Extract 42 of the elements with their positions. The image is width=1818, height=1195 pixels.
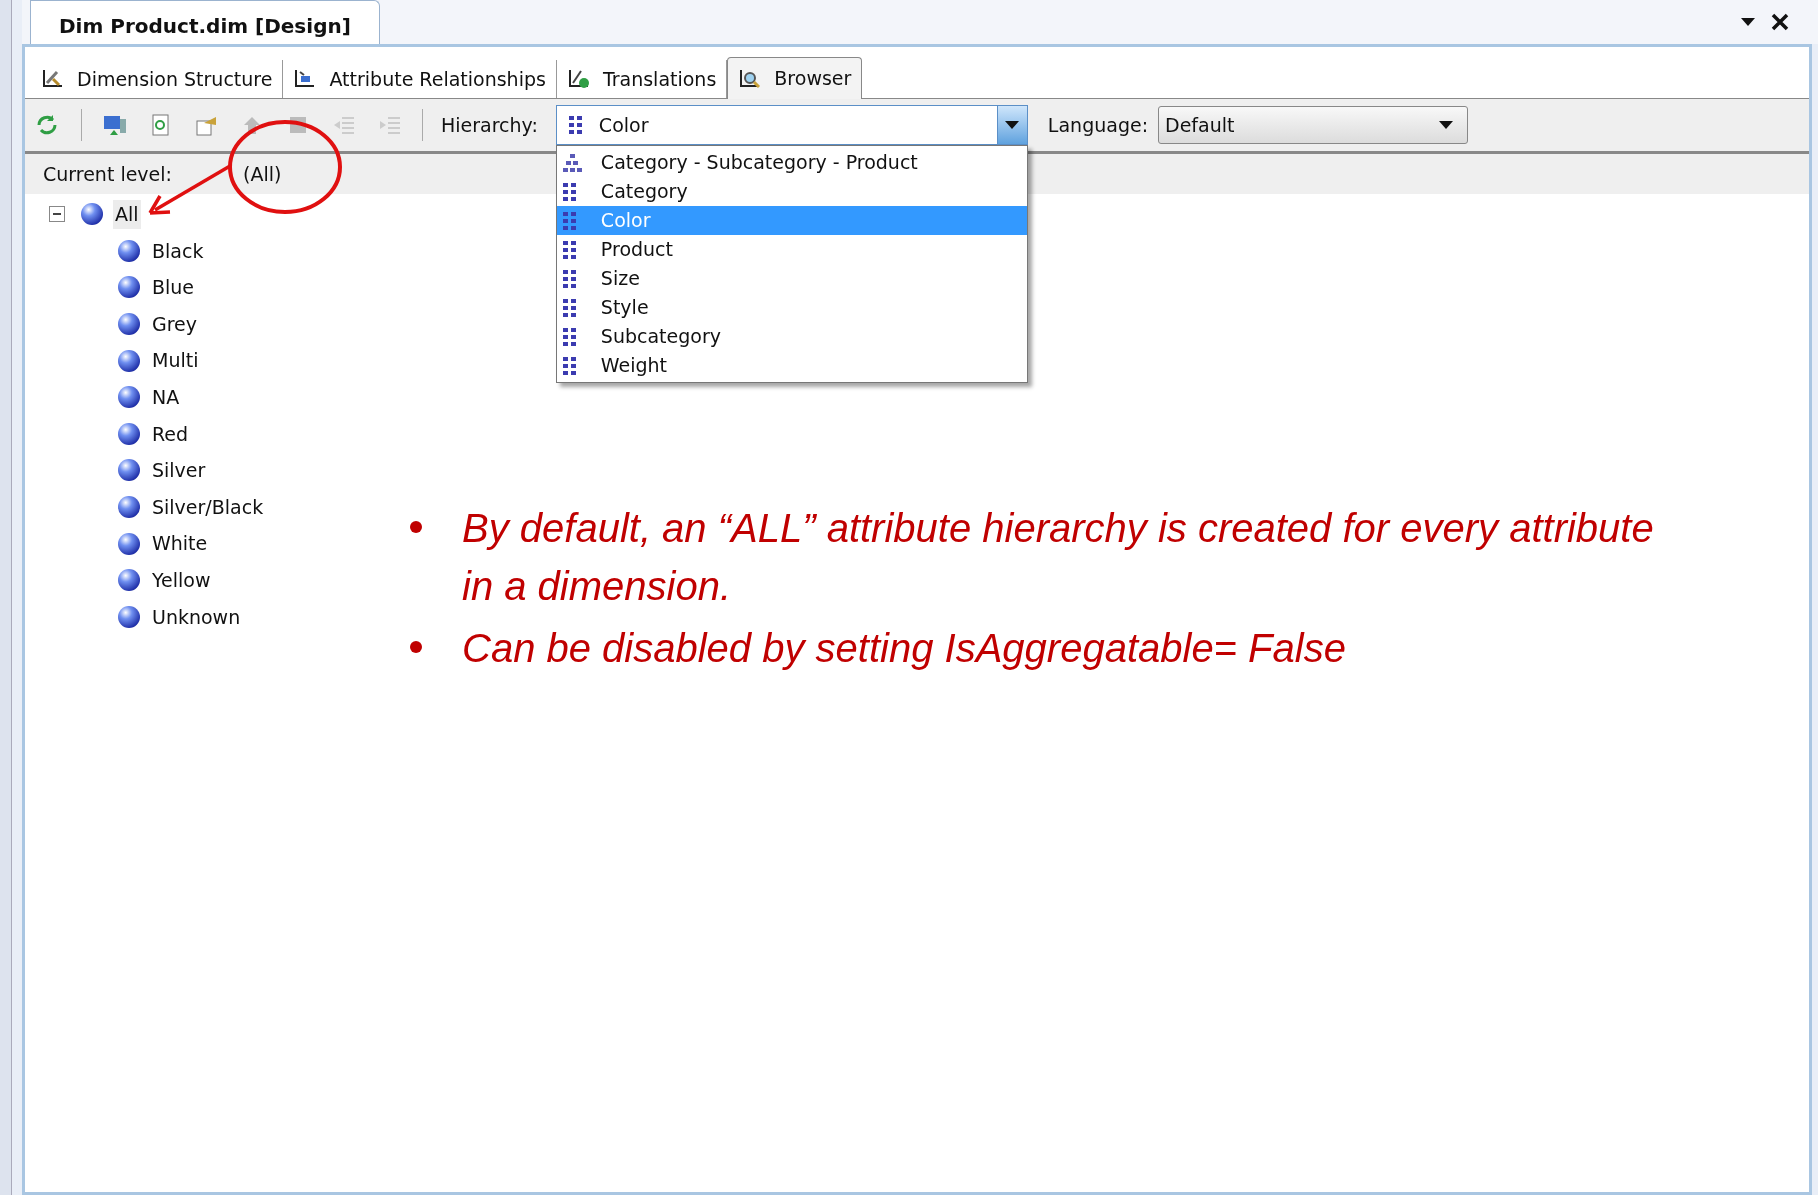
dropdown-item[interactable]: Size — [556, 264, 1027, 293]
current-level-value: (All) — [243, 161, 282, 187]
designer-tab[interactable]: Browser — [727, 57, 863, 99]
dropdown-item[interactable]: Weight — [556, 351, 1027, 380]
attribute-hierarchy-icon — [568, 116, 583, 134]
tree-item[interactable]: Silver/Black — [150, 492, 266, 522]
designer-tab[interactable]: Attribute Relationships — [283, 60, 557, 98]
dropdown-arrow-icon — [1439, 121, 1454, 129]
document-tab[interactable]: Dim Product.dim [Design] — [30, 0, 380, 44]
tree-item[interactable]: All — [113, 200, 141, 229]
tree-item[interactable]: White — [150, 529, 210, 558]
annotation-text: By default, an “ALL” attribute hierarchy is created for every attribute in a dimension. — [462, 505, 1655, 610]
tree-item[interactable]: Grey — [150, 309, 200, 339]
bullet-icon — [410, 521, 422, 533]
dropdown-item[interactable]: Product — [556, 235, 1027, 264]
bullet-icon — [410, 641, 422, 653]
current-level-label: Current level: — [43, 161, 173, 187]
tree-item[interactable]: Red — [150, 419, 191, 449]
hierarchy-combo[interactable]: Color — [555, 105, 1028, 145]
chart-globe-icon — [566, 67, 591, 91]
tree-item[interactable]: Silver — [150, 456, 208, 485]
tree-item[interactable]: Black — [150, 236, 206, 266]
dropdown-arrow-icon[interactable] — [1740, 17, 1756, 27]
annotation-text: Can be disabled by setting IsAggregatable= False — [462, 625, 1346, 672]
tree-item[interactable]: Yellow — [150, 566, 213, 595]
collapse-toggle[interactable] — [49, 206, 65, 223]
tree-item[interactable]: Unknown — [150, 602, 243, 632]
dropdown-item[interactable]: Style — [556, 293, 1027, 322]
tree-item[interactable]: Multi — [150, 346, 201, 375]
designer-tab[interactable]: Dimension Structure — [31, 60, 284, 98]
language-combo[interactable]: Default — [1158, 106, 1469, 144]
close-icon[interactable] — [1770, 12, 1790, 32]
caret-icon — [1005, 121, 1020, 129]
dropdown-item[interactable]: Subcategory — [556, 322, 1027, 351]
tree-item[interactable]: Blue — [150, 273, 197, 302]
tree-item[interactable]: NA — [150, 383, 182, 412]
dropdown-item[interactable]: Category - Subcategory - Product — [556, 148, 1027, 177]
language-label: Language: — [1047, 112, 1149, 138]
dropdown-item[interactable]: Category — [556, 177, 1027, 206]
hierarchy-label: Hierarchy: — [441, 112, 538, 138]
user-hierarchy-icon — [562, 153, 583, 172]
dropdown-button[interactable] — [996, 106, 1027, 144]
